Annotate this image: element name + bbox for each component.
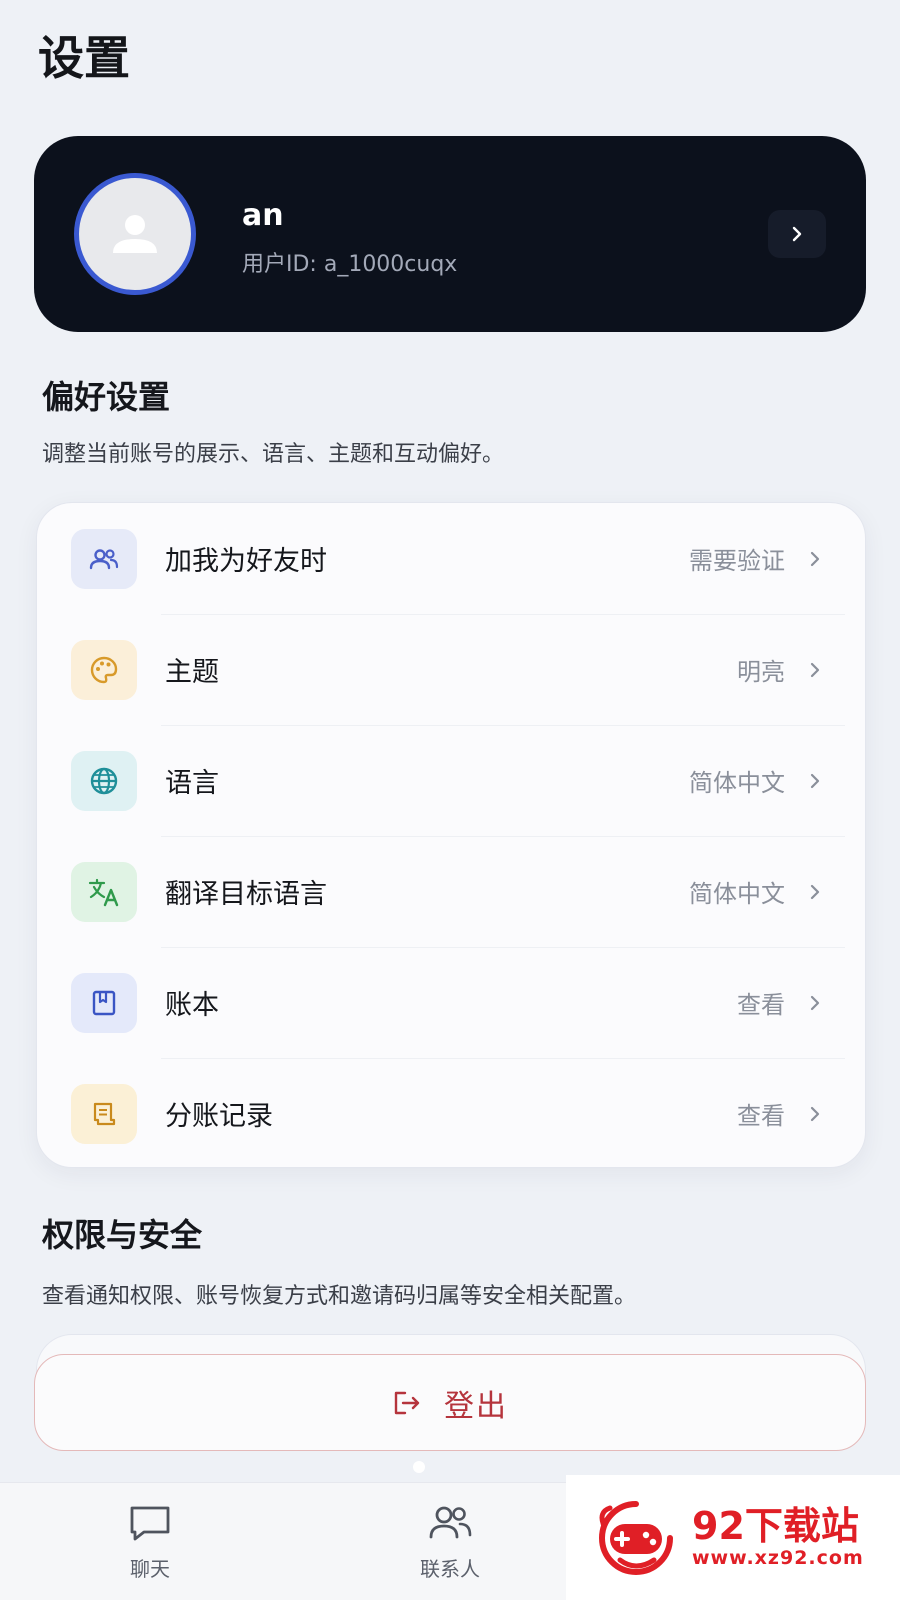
- nav-item-chat[interactable]: 聊天: [60, 1483, 240, 1600]
- pref-row-language[interactable]: 语言 简体中文: [37, 725, 865, 836]
- translate-icon: [71, 861, 137, 922]
- globe-icon: [71, 750, 137, 811]
- pref-row-ledger[interactable]: 账本 查看: [37, 947, 865, 1058]
- watermark-url: www.xz92.com: [692, 1547, 864, 1570]
- settings-page: 设置 an 用户ID: a_1000cuqx 偏好设置 调整当前账号的展示、语言…: [0, 0, 900, 1600]
- chevron-right-icon: [805, 769, 825, 793]
- chevron-right-icon: [805, 991, 825, 1015]
- page-title: 设置: [38, 31, 130, 85]
- pref-label: 加我为好友时: [165, 546, 327, 577]
- palette-icon: [71, 639, 137, 700]
- logout-label: 登出: [444, 1388, 508, 1424]
- pref-value: 简体中文: [689, 769, 785, 797]
- pref-row-theme[interactable]: 主题 明亮: [37, 614, 865, 725]
- pref-label: 主题: [165, 657, 219, 688]
- security-description: 查看通知权限、账号恢复方式和邀请码归属等安全相关配置。: [42, 1284, 637, 1309]
- contacts-icon: [429, 1506, 472, 1538]
- pref-label: 分账记录: [165, 1101, 273, 1132]
- pref-label: 翻译目标语言: [165, 879, 327, 910]
- receipt-icon: [71, 1083, 137, 1144]
- chat-icon: [130, 1506, 170, 1540]
- pref-value: 查看: [737, 991, 785, 1019]
- pref-label: 语言: [165, 768, 219, 799]
- logout-icon: [394, 1391, 420, 1414]
- preferences-title: 偏好设置: [42, 378, 171, 416]
- pref-row-split-records[interactable]: 分账记录 查看: [37, 1058, 865, 1167]
- chevron-right-icon: [805, 658, 825, 682]
- user-placeholder-icon: [113, 215, 157, 253]
- contacts-icon: [71, 528, 137, 589]
- pref-value: 需要验证: [689, 547, 785, 575]
- nav-item-contacts[interactable]: 联系人: [360, 1483, 540, 1600]
- preferences-description: 调整当前账号的展示、语言、主题和互动偏好。: [42, 442, 505, 467]
- chevron-right-icon: [805, 547, 825, 571]
- nav-label: 联系人: [420, 1556, 480, 1581]
- watermark-title: 92下载站: [692, 1503, 859, 1548]
- ledger-icon: [71, 972, 137, 1033]
- watermark: 92下载站 www.xz92.com: [566, 1475, 900, 1600]
- pref-label: 账本: [165, 990, 219, 1021]
- profile-name: an: [242, 198, 284, 233]
- pref-value: 查看: [737, 1102, 785, 1130]
- gamepad-logo-icon: [599, 1500, 673, 1575]
- pref-row-friend-request[interactable]: 加我为好友时 需要验证: [37, 503, 865, 614]
- chevron-right-icon: [805, 880, 825, 904]
- profile-card[interactable]: an 用户ID: a_1000cuqx: [34, 136, 866, 332]
- profile-open-button[interactable]: [768, 210, 826, 258]
- pref-value: 简体中文: [689, 880, 785, 908]
- security-title: 权限与安全: [42, 1216, 203, 1254]
- preferences-list: 加我为好友时 需要验证 主题 明亮 语言 简体中文 翻译目标语言 简体中文 账本…: [36, 502, 866, 1168]
- chevron-right-icon: [792, 226, 802, 242]
- nav-label: 聊天: [130, 1556, 170, 1581]
- profile-user-id: 用户ID: a_1000cuqx: [242, 252, 458, 277]
- page-indicator-dot: [413, 1461, 425, 1473]
- watermark-text: 92下载站 www.xz92.com: [692, 1503, 864, 1570]
- pref-value: 明亮: [737, 658, 785, 686]
- logout-button[interactable]: 登出: [34, 1354, 866, 1451]
- pref-row-translate-target[interactable]: 翻译目标语言 简体中文: [37, 836, 865, 947]
- avatar[interactable]: [74, 173, 196, 295]
- chevron-right-icon: [805, 1102, 825, 1126]
